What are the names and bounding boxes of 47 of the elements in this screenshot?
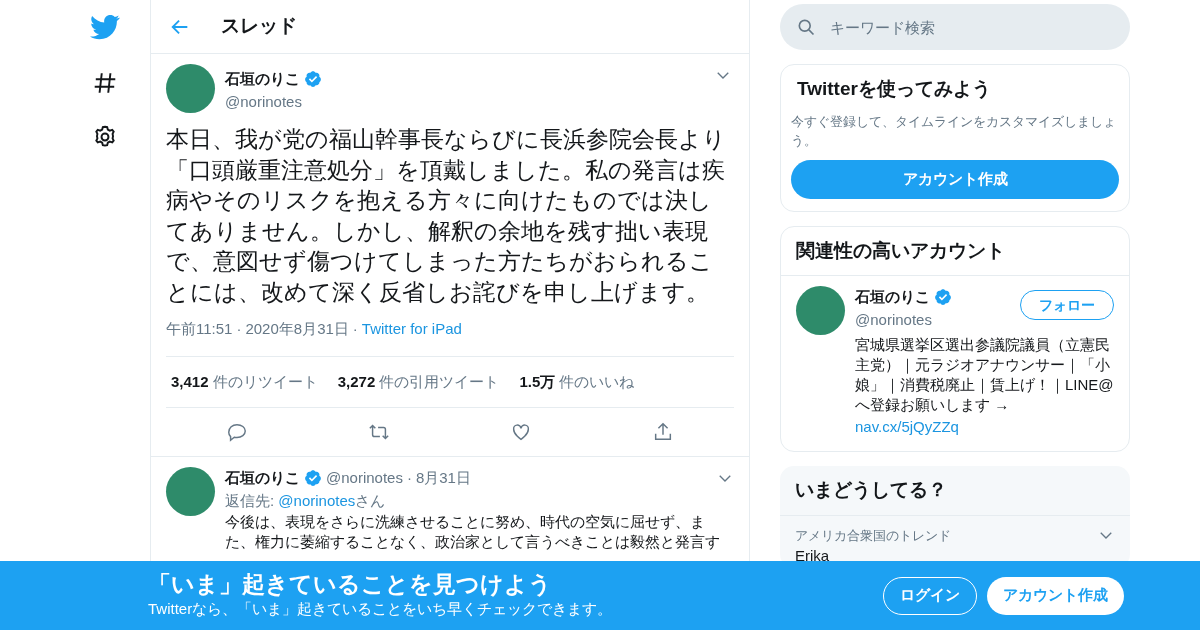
- header-title: スレッド: [221, 14, 297, 39]
- signup-button[interactable]: アカウント作成: [791, 159, 1119, 199]
- tweet-text: 本日、我が党の福山幹事長ならびに長浜参院会長より「口頭厳重注意処分」を頂戴しました。私の発言は疾病やそのリスクを抱える方々に向けたものでは決してありません。しかし、解釈の余地を残す拙い表現で、意図せず傷つけてしまった方たちがおられることには、改めて深く反省しお詫びを申し上げます。: [166, 126, 727, 307]
- stat-link[interactable]: 1.5万 件のいいね: [519, 370, 635, 393]
- search-icon: [796, 17, 816, 37]
- trend-context: アメリカ合衆国のトレンド: [795, 526, 952, 545]
- author-handle[interactable]: @norinotes: [225, 90, 704, 113]
- card-title: いまどうしてる？: [780, 466, 1130, 516]
- mention-link[interactable]: @norinotes: [278, 489, 356, 512]
- verified-icon: [934, 288, 952, 307]
- banner-text: Twitterなら、「いま」起きていることをいち早くチェックできます。: [148, 599, 614, 620]
- share-icon[interactable]: [652, 421, 674, 443]
- stat-link[interactable]: 3,272 件の引用ツイート: [337, 370, 500, 393]
- separator-dot: ·: [352, 319, 358, 339]
- stat-link[interactable]: 3,412 件のリツイート: [171, 370, 318, 393]
- author-name[interactable]: 石垣のりこ: [225, 68, 300, 91]
- account-name[interactable]: 石垣のりこ: [855, 286, 930, 309]
- author-handle[interactable]: @norinotes: [326, 467, 403, 490]
- banner-title: 「いま」起きていることを見つけよう: [148, 570, 553, 599]
- search-field[interactable]: キーワード検索: [780, 4, 1130, 50]
- reply-icon[interactable]: [226, 421, 248, 443]
- trend-name[interactable]: Erika: [795, 545, 1097, 561]
- bird-logo-icon[interactable]: [90, 12, 120, 42]
- avatar[interactable]: [166, 467, 215, 516]
- account-bio: 宮城県選挙区選出参議院議員（立憲民主党）｜元ラジオアナウンサー｜「小娘」｜消費税廃止｜賃上げ！｜LINE@へ登録お願いします →: [855, 335, 1114, 415]
- heart-icon[interactable]: [510, 421, 532, 443]
- separator-dot: ·: [236, 319, 242, 339]
- verified-icon: [304, 70, 322, 89]
- signup-button[interactable]: アカウント作成: [987, 576, 1124, 615]
- source-link[interactable]: Twitter for iPad: [361, 318, 462, 341]
- hashtag-icon[interactable]: [92, 70, 118, 96]
- verified-icon: [304, 469, 322, 488]
- bio-link[interactable]: nav.cx/5jQyZZq: [855, 418, 959, 435]
- card-title: Twitterを使ってみよう: [796, 77, 992, 101]
- separator-dot: ·: [406, 468, 412, 488]
- card-title: 関連性の高いアカウント: [781, 226, 1129, 276]
- reply-date: 8月31日: [415, 468, 471, 488]
- card-text: 今すぐ登録して、タイムラインをカスタマイズしましょう。: [791, 112, 1117, 150]
- tweet-time: 午前11:51: [166, 319, 233, 339]
- tweet-date: 2020年8月31日: [245, 319, 349, 339]
- avatar[interactable]: [796, 286, 845, 335]
- reply-prefix: 返信先:: [225, 490, 275, 511]
- account-handle[interactable]: @norinotes: [855, 308, 1020, 331]
- reply-suffix: さん: [355, 490, 386, 511]
- reply-text: 今後は、表現をさらに洗練させることに努め、時代の空気に屈せず、また、権力に萎縮することなく、政治家として言うべきことは毅然と発言す: [225, 512, 721, 552]
- author-name[interactable]: 石垣のりこ: [225, 467, 300, 490]
- avatar[interactable]: [166, 64, 215, 113]
